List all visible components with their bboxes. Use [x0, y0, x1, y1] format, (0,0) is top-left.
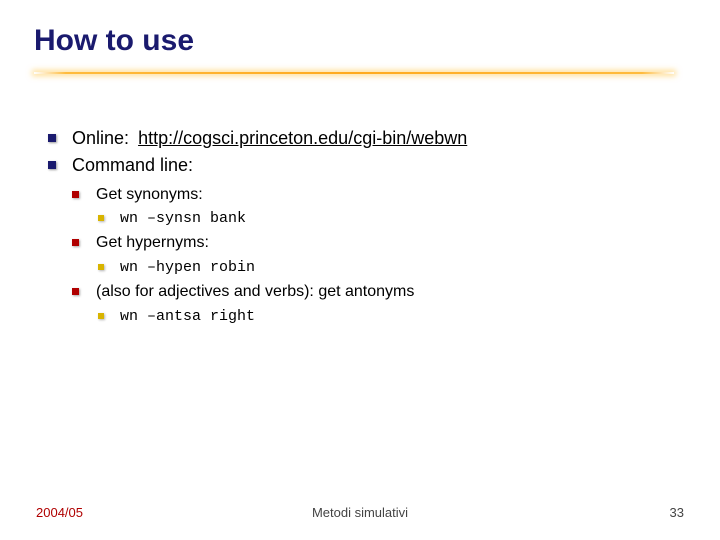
bullet-online: Online: http://cogsci.princeton.edu/cgi-…	[48, 126, 668, 150]
bullet-hypernyms: Get hypernyms: wn –hypen robin	[72, 232, 668, 278]
footer-title: Metodi simulativi	[0, 505, 720, 520]
synonyms-label: Get synonyms:	[96, 186, 203, 203]
online-label: Online:	[72, 128, 129, 148]
content-area: Online: http://cogsci.princeton.edu/cgi-…	[48, 126, 668, 330]
page-number: 33	[670, 505, 684, 520]
antonyms-label: (also for adjectives and verbs): get ant…	[96, 283, 414, 300]
antonyms-command: wn –antsa right	[96, 307, 668, 327]
bullet-synonyms: Get synonyms: wn –synsn bank	[72, 184, 668, 230]
online-url-link[interactable]: http://cogsci.princeton.edu/cgi-bin/webw…	[138, 128, 467, 148]
slide: How to use Online: http://cogsci.princet…	[0, 0, 720, 540]
synonyms-command: wn –synsn bank	[96, 209, 668, 229]
bullet-cmdline: Command line: Get synonyms: wn –synsn ba…	[48, 153, 668, 327]
title-underline	[34, 67, 674, 81]
hypernyms-command: wn –hypen robin	[96, 258, 668, 278]
slide-title: How to use	[34, 24, 674, 57]
cmdline-label: Command line:	[72, 155, 193, 175]
underline-line	[34, 72, 674, 74]
hypernyms-label: Get hypernyms:	[96, 234, 209, 251]
cmdline-sublist: Get synonyms: wn –synsn bank Get hyperny…	[72, 184, 668, 328]
bullet-antonyms: (also for adjectives and verbs): get ant…	[72, 281, 668, 327]
title-block: How to use	[34, 24, 674, 81]
bullet-list: Online: http://cogsci.princeton.edu/cgi-…	[48, 126, 668, 327]
